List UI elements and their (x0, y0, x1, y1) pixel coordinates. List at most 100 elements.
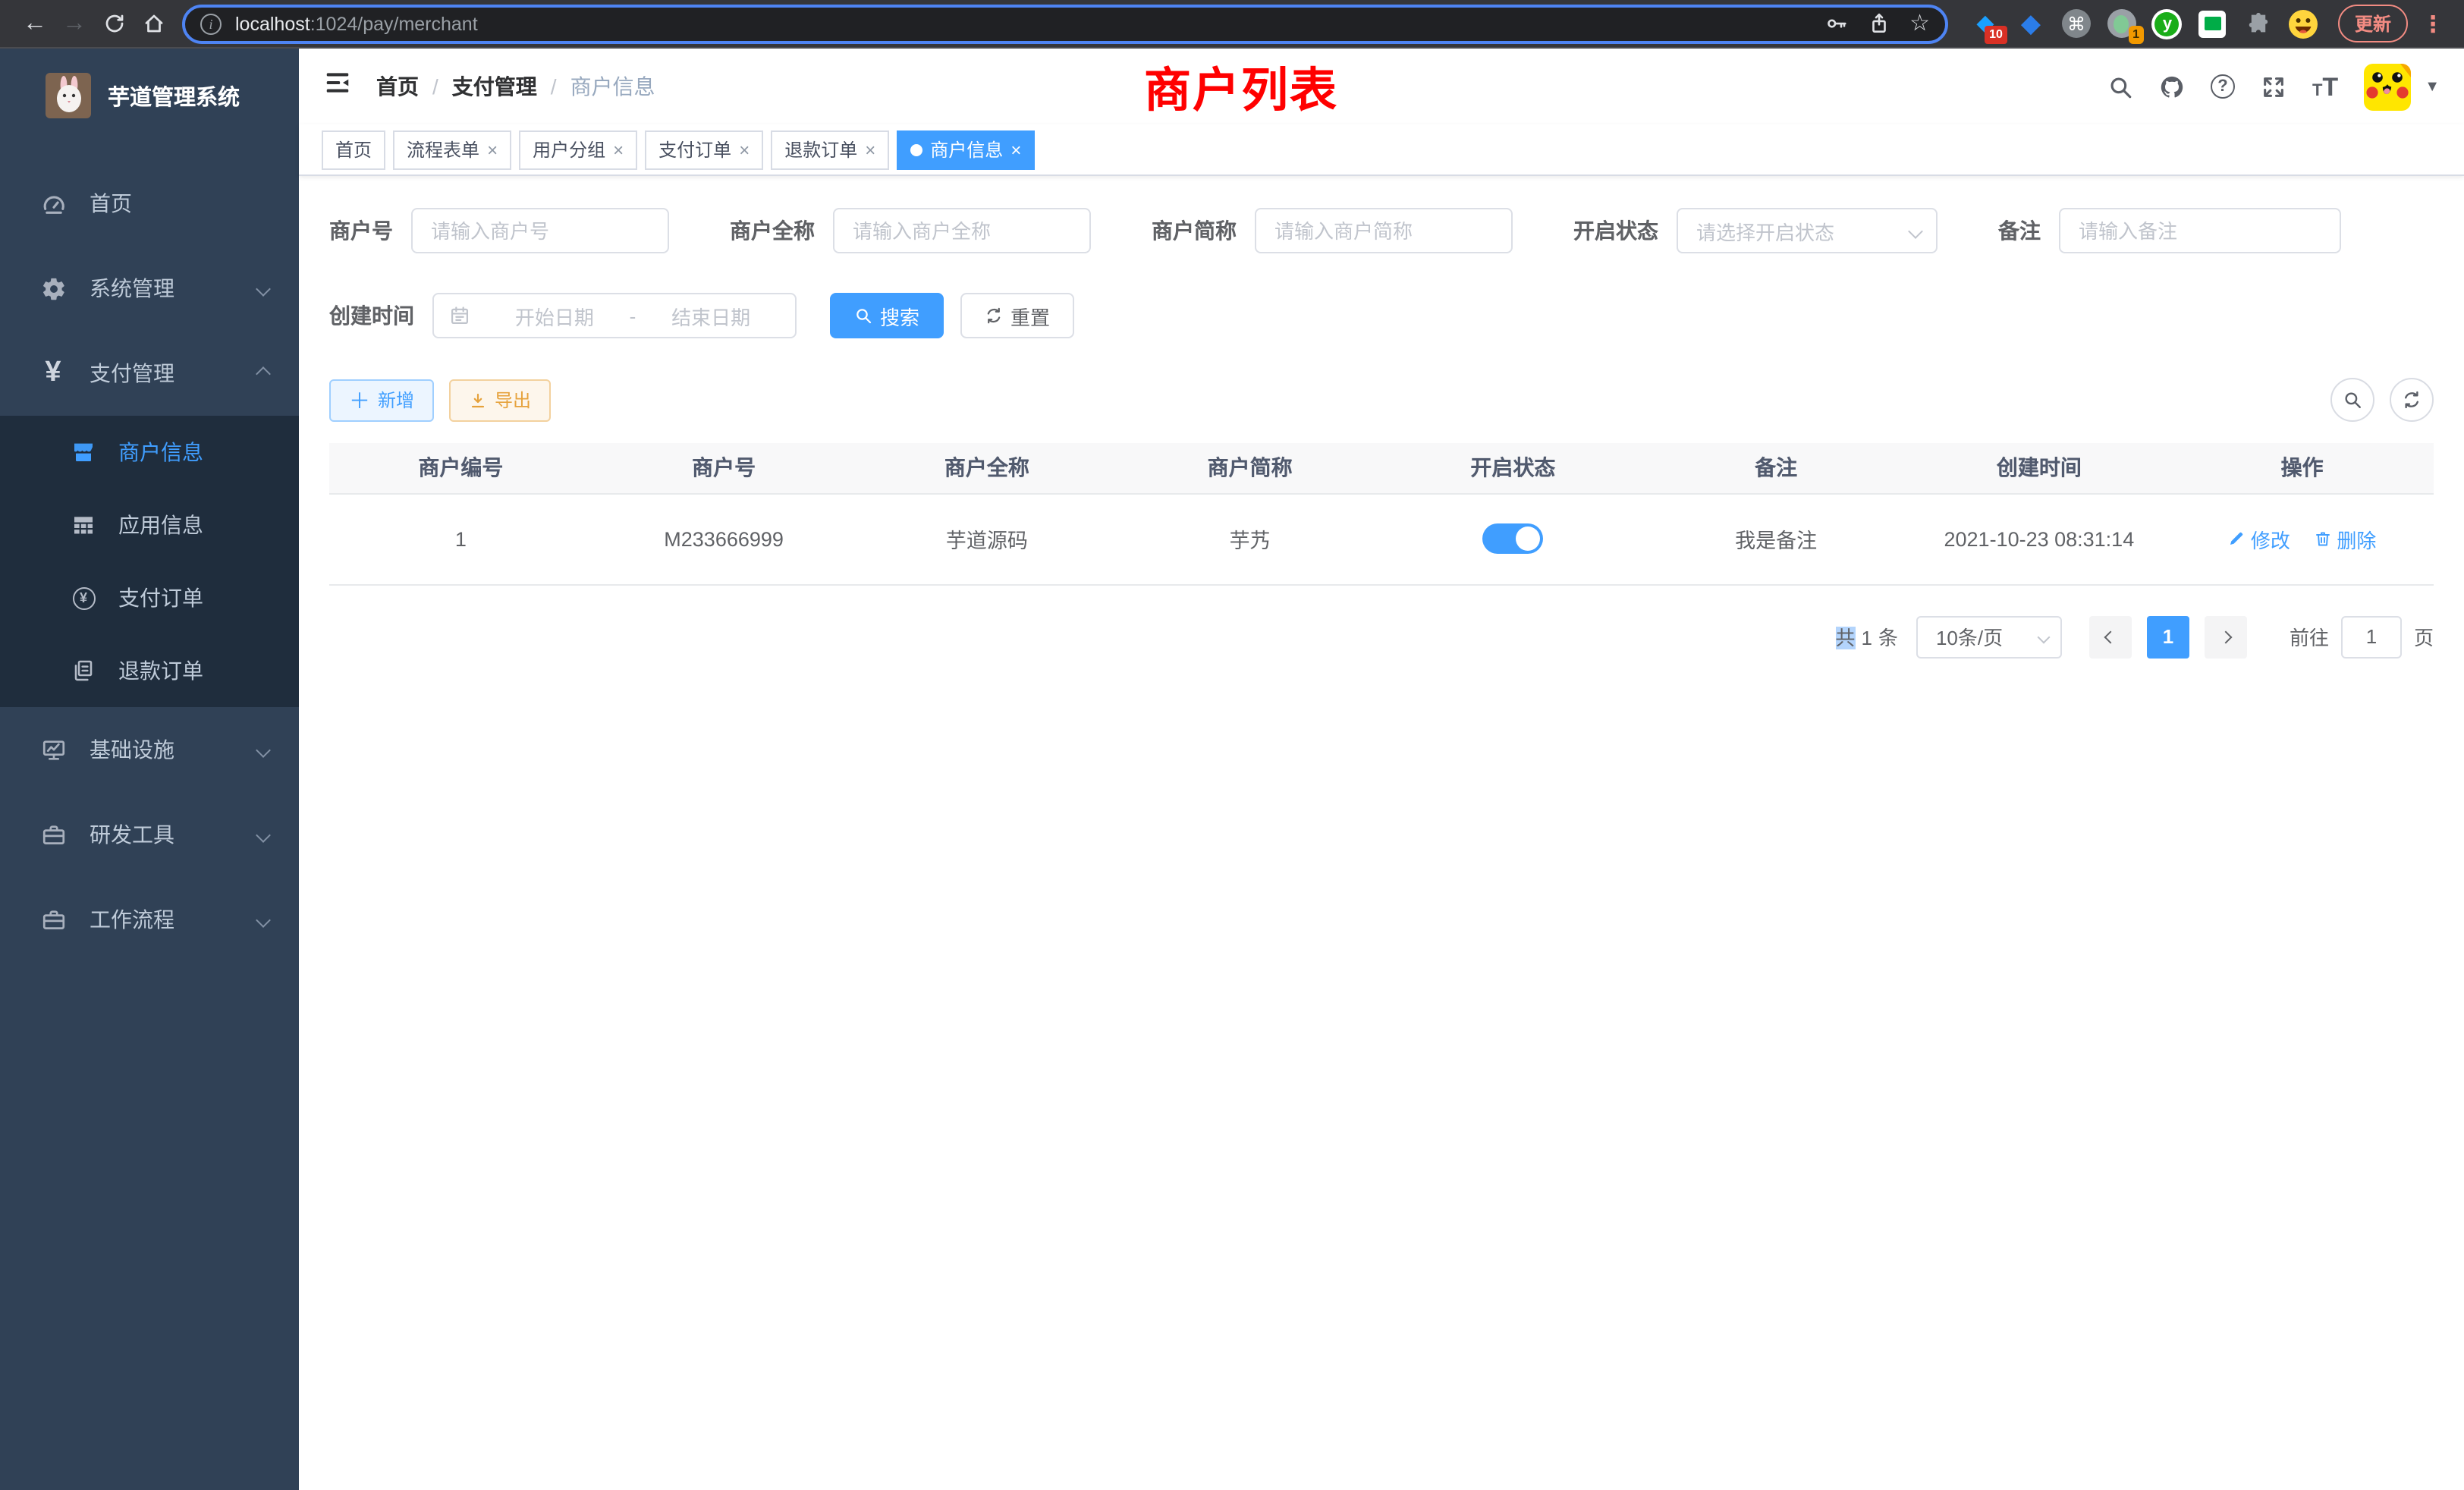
sidebar-item-workflow[interactable]: 工作流程 (0, 877, 299, 962)
yen-circle-icon: ¥ (67, 586, 100, 609)
share-icon[interactable] (1867, 12, 1890, 35)
page-unit-label: 页 (2414, 622, 2434, 651)
bookmark-star-icon[interactable]: ☆ (1909, 12, 1930, 35)
tab-home[interactable]: 首页 (322, 130, 385, 169)
sidebar-item-system[interactable]: 系统管理 (0, 246, 299, 331)
page-content: 商户号 商户全称 商户简称 开启状态 请选择开启状态 (299, 176, 2464, 1490)
close-icon[interactable]: × (613, 140, 624, 159)
browser-home-button[interactable] (134, 4, 173, 43)
status-toggle[interactable] (1482, 523, 1543, 554)
site-info-icon[interactable]: i (200, 13, 222, 34)
create-time-label: 创建时间 (329, 300, 414, 331)
next-page-button[interactable] (2205, 615, 2247, 658)
sidebar-item-pay-order[interactable]: ¥ 支付订单 (0, 561, 299, 634)
screen: ← → i localhost:1024/pay/merchant ☆ ◆10 … (0, 0, 2464, 1490)
cell-short-name: 芋艿 (1118, 493, 1381, 584)
cell-remark: 我是备注 (1645, 493, 1908, 584)
extension-chat-icon[interactable] (2197, 8, 2229, 39)
refresh-table-button[interactable] (2390, 378, 2434, 422)
cell-merchant-id: 1 (329, 493, 592, 584)
tab-process-form[interactable]: 流程表单× (393, 130, 511, 169)
calendar-icon (449, 305, 470, 326)
chevron-down-icon (2037, 630, 2050, 643)
browser-reload-button[interactable] (94, 4, 134, 43)
current-page-button[interactable]: 1 (2147, 615, 2189, 658)
browser-back-button[interactable]: ← (15, 4, 55, 43)
sidebar-item-infrastructure[interactable]: 基础设施 (0, 707, 299, 792)
store-icon (67, 440, 100, 464)
extension-kite-icon[interactable]: ◆ (2015, 8, 2047, 39)
sidebar-collapse-icon[interactable] (323, 68, 352, 105)
create-time-range-input[interactable]: 开始日期 - 结束日期 (432, 293, 797, 338)
close-icon[interactable]: × (487, 140, 498, 159)
merchant-no-input[interactable] (411, 208, 669, 253)
fullscreen-icon[interactable] (2261, 74, 2286, 99)
browser-forward-button[interactable]: → (55, 4, 94, 43)
export-button[interactable]: 导出 (449, 379, 551, 421)
extension-recorder-icon[interactable]: 1 (2106, 8, 2138, 39)
extension-blue-diamond-icon[interactable]: ◆10 (1969, 8, 2001, 39)
end-date-placeholder: 结束日期 (642, 301, 780, 330)
page-size-select[interactable]: 10条/页 (1916, 615, 2062, 658)
grid-icon (67, 513, 100, 537)
table-row: 1 M233666999 芋道源码 芋艿 我是备注 2021-10-23 08:… (329, 493, 2434, 584)
font-size-icon[interactable]: TT (2312, 74, 2338, 99)
remark-input[interactable] (2059, 208, 2341, 253)
active-dot (910, 143, 922, 156)
chevron-down-icon (256, 912, 271, 927)
delete-link[interactable]: 删除 (2314, 524, 2376, 553)
edit-link[interactable]: 修改 (2228, 524, 2290, 553)
search-icon[interactable] (2107, 74, 2133, 99)
chevron-down-icon (1908, 223, 1923, 238)
breadcrumb: 首页 / 支付管理 / 商户信息 (376, 71, 655, 102)
header-short-name: 商户简称 (1118, 443, 1381, 493)
search-icon (854, 306, 872, 325)
search-button[interactable]: 搜索 (830, 293, 944, 338)
prev-page-button[interactable] (2089, 615, 2132, 658)
extension-y-icon[interactable]: y (2151, 8, 2183, 39)
github-icon[interactable] (2159, 74, 2185, 99)
sidebar-item-payment[interactable]: ¥ 支付管理 (0, 331, 299, 416)
full-name-input[interactable] (833, 208, 1091, 253)
chevron-down-icon (256, 281, 271, 296)
sidebar-item-app-info[interactable]: 应用信息 (0, 489, 299, 561)
tab-refund-order[interactable]: 退款订单× (771, 130, 889, 169)
extensions-puzzle-icon[interactable] (2242, 8, 2274, 39)
header-remark: 备注 (1645, 443, 1908, 493)
browser-menu-icon[interactable]: ⋮ (2417, 10, 2449, 37)
trash-icon (2314, 530, 2332, 548)
toggle-search-button[interactable] (2330, 378, 2374, 422)
breadcrumb-home[interactable]: 首页 (376, 71, 419, 102)
breadcrumb-payment[interactable]: 支付管理 (452, 71, 537, 102)
pagination-total: 共1条 (1835, 622, 1898, 651)
address-bar[interactable]: i localhost:1024/pay/merchant ☆ (182, 4, 1948, 43)
caret-down-icon[interactable]: ▼ (2425, 78, 2440, 95)
close-icon[interactable]: × (739, 140, 750, 159)
close-icon[interactable]: × (865, 140, 875, 159)
browser-toolbar: ← → i localhost:1024/pay/merchant ☆ ◆10 … (0, 0, 2464, 49)
pagination: 共1条 10条/页 1 前往 页 (329, 615, 2434, 658)
goto-page-input[interactable] (2341, 615, 2402, 658)
add-button[interactable]: ＋新增 (329, 379, 434, 421)
extension-command-icon[interactable]: ⌘ (2060, 8, 2092, 39)
password-key-icon[interactable] (1824, 12, 1847, 35)
sidebar-item-refund-order[interactable]: 退款订单 (0, 634, 299, 707)
status-select[interactable]: 请选择开启状态 (1677, 208, 1938, 253)
header-create-time: 创建时间 (1908, 443, 2171, 493)
user-avatar[interactable] (2364, 63, 2411, 110)
sidebar-logo[interactable]: 芋道管理系统 (0, 49, 299, 143)
url-text: localhost:1024/pay/merchant (235, 13, 1824, 34)
sidebar-item-dev-tools[interactable]: 研发工具 (0, 792, 299, 877)
tab-merchant-info[interactable]: 商户信息× (897, 130, 1035, 169)
tab-user-group[interactable]: 用户分组× (519, 130, 637, 169)
help-icon[interactable]: ? (2211, 74, 2235, 99)
sidebar-item-home[interactable]: 首页 (0, 161, 299, 246)
reset-button[interactable]: 重置 (960, 293, 1074, 338)
close-icon[interactable]: × (1010, 140, 1021, 159)
browser-update-button[interactable]: 更新 (2338, 5, 2408, 42)
browser-profile-avatar[interactable] (2288, 8, 2320, 39)
tab-pay-order[interactable]: 支付订单× (645, 130, 763, 169)
sidebar-item-merchant-info[interactable]: 商户信息 (0, 416, 299, 489)
chevron-right-icon (2219, 630, 2232, 643)
short-name-input[interactable] (1255, 208, 1513, 253)
